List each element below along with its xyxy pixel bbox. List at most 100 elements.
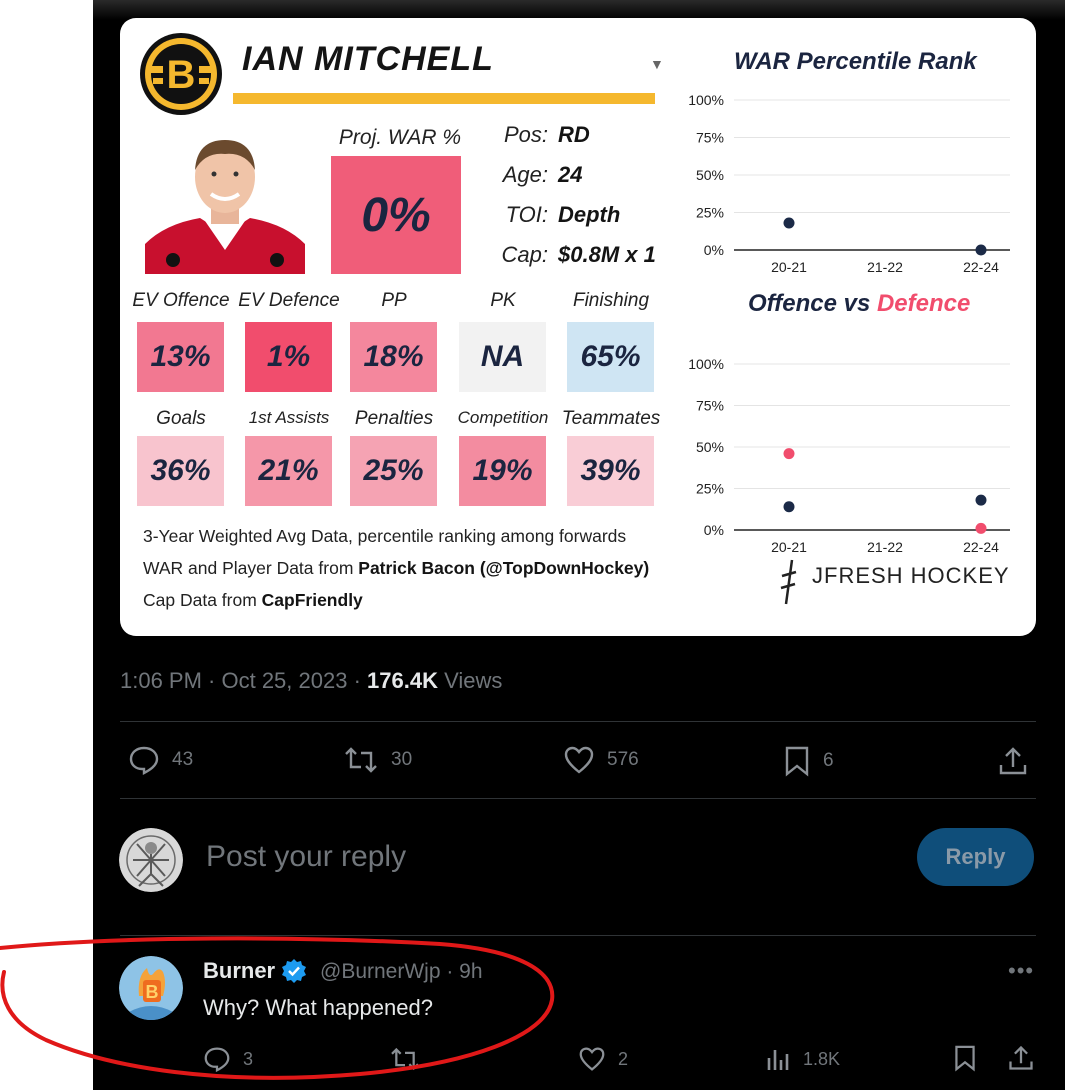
footer-line-2: WAR and Player Data from Patrick Bacon (… xyxy=(143,558,650,578)
metric-label: Goals xyxy=(156,408,206,429)
x-tick-label: 21-22 xyxy=(867,259,903,275)
data-point xyxy=(783,448,795,460)
views-count: 176.4K xyxy=(367,668,438,693)
y-tick-label: 25% xyxy=(696,481,724,497)
analytics-icon xyxy=(767,1050,789,1070)
x-tick-label: 22-24 xyxy=(963,539,999,552)
x-tick-label: 21-22 xyxy=(867,539,903,552)
divider xyxy=(120,935,1036,936)
metric-value: 25% xyxy=(350,436,437,506)
share-icon xyxy=(999,747,1027,775)
divider xyxy=(120,721,1036,722)
brand-label: JFRESH HOCKEY xyxy=(812,563,1010,588)
y-tick-label: 0% xyxy=(704,522,724,538)
player-name: IAN MITCHELL xyxy=(242,40,494,78)
more-options-icon[interactable]: ••• xyxy=(1008,958,1034,984)
like-button[interactable]: 576 xyxy=(563,745,639,775)
reply-icon xyxy=(204,1047,230,1072)
bookmark-button[interactable]: 6 xyxy=(783,745,834,777)
x-tick-label: 20-21 xyxy=(771,259,807,275)
metric-label: Teammates xyxy=(561,408,661,429)
reply-input[interactable]: Post your reply xyxy=(206,840,406,874)
comment-share-button[interactable] xyxy=(1007,1044,1047,1072)
data-point xyxy=(975,522,987,534)
y-tick-label: 75% xyxy=(696,398,724,414)
y-tick-label: 25% xyxy=(696,205,724,221)
svg-text:B: B xyxy=(146,982,159,1002)
commenter-handle[interactable]: @BurnerWjp · 9h xyxy=(320,960,483,984)
verified-badge-icon xyxy=(282,959,307,983)
footer-line-1: 3-Year Weighted Avg Data, percentile ran… xyxy=(143,526,627,546)
x-tick-label: 22-24 xyxy=(963,259,999,275)
divider xyxy=(120,798,1036,799)
data-point xyxy=(783,501,795,513)
bookmark-icon xyxy=(955,1045,975,1072)
footer-line-3: Cap Data from CapFriendly xyxy=(143,590,363,610)
commenter-name[interactable]: Burner xyxy=(203,958,307,984)
metric-value: 36% xyxy=(137,436,224,506)
tweet-meta: 1:06 PM · Oct 25, 2023 · 176.4K Views xyxy=(120,668,503,693)
offence-defence-chart: 0% 25% 50% 75% 100% 20-21 21-22 22-24 xyxy=(688,356,1010,552)
info-row-cap: Cap: $0.8M x 1 xyxy=(501,242,656,267)
player-photo xyxy=(145,122,305,274)
metric-value: 1% xyxy=(245,322,332,392)
retweet-button[interactable]: 30 xyxy=(343,745,412,775)
y-tick-label: 100% xyxy=(688,356,724,372)
y-tick-label: 50% xyxy=(696,167,724,183)
retweet-icon xyxy=(345,747,377,773)
y-tick-label: 0% xyxy=(704,242,724,258)
reply-icon xyxy=(129,746,159,775)
metric-value: 19% xyxy=(459,436,546,506)
chart1-title: WAR Percentile Rank xyxy=(734,48,977,75)
y-tick-label: 100% xyxy=(688,92,724,108)
bruins-logo: B xyxy=(140,33,222,115)
metric-value: NA xyxy=(459,322,546,392)
metric-value: 18% xyxy=(350,322,437,392)
data-point xyxy=(783,217,795,229)
bookmark-icon xyxy=(785,746,809,777)
proj-war-value: 0% xyxy=(331,156,461,274)
metric-label: EV Offence xyxy=(132,290,230,311)
tweet-time[interactable]: 1:06 PM · Oct 25, 2023 · xyxy=(120,668,367,693)
metric-label: Penalties xyxy=(354,408,434,429)
reply-button[interactable]: 43 xyxy=(128,745,193,775)
x-tick-label: 20-21 xyxy=(771,539,807,552)
war-percentile-chart: 0% 25% 50% 75% 100% 20-21 21-22 22-24 xyxy=(688,92,1010,275)
proj-war-label: Proj. WAR % xyxy=(338,126,462,149)
comment-like-button[interactable]: 2 xyxy=(578,1046,628,1072)
comment-reply-button[interactable]: 3 xyxy=(203,1046,253,1072)
comment-retweet-button[interactable] xyxy=(389,1046,433,1072)
heart-icon xyxy=(579,1047,605,1071)
top-shadow xyxy=(93,0,1065,20)
metric-label: Competition xyxy=(457,408,549,427)
metric-value: 13% xyxy=(137,322,224,392)
metric-label: EV Defence xyxy=(238,290,340,311)
info-row-toi: TOI: Depth xyxy=(505,202,621,227)
player-card-image[interactable]: B IAN MITCHELL ▼ Proj. WAR % 0% Pos: RD A… xyxy=(120,18,1036,636)
metric-label: PK xyxy=(490,290,516,311)
jfresh-logo-icon xyxy=(780,559,797,605)
metric-value: 39% xyxy=(567,436,654,506)
info-row-age: Age: 24 xyxy=(502,162,583,187)
share-button[interactable] xyxy=(997,745,1041,777)
chevron-down-icon: ▼ xyxy=(650,56,664,72)
comment-bookmark-button[interactable] xyxy=(953,1044,989,1072)
data-point xyxy=(975,494,987,506)
comment-text: Why? What happened? xyxy=(203,995,433,1020)
info-row-pos: Pos: RD xyxy=(503,122,590,147)
y-tick-label: 75% xyxy=(696,130,724,146)
commenter-avatar[interactable]: B xyxy=(119,956,183,1020)
retweet-icon xyxy=(391,1047,419,1071)
metric-label: Finishing xyxy=(572,290,650,311)
heart-icon xyxy=(564,746,594,774)
chart2-title: Offence vs Defence xyxy=(748,290,971,317)
user-avatar[interactable] xyxy=(119,828,183,892)
comment-views-button[interactable]: 1.8K xyxy=(765,1046,840,1072)
metric-label: PP xyxy=(381,290,407,311)
metric-label: 1st Assists xyxy=(248,408,330,427)
metric-value: 65% xyxy=(567,322,654,392)
data-point xyxy=(975,244,987,256)
title-underline xyxy=(233,93,655,104)
reply-submit-button[interactable]: Reply xyxy=(917,828,1034,886)
y-tick-label: 50% xyxy=(696,439,724,455)
